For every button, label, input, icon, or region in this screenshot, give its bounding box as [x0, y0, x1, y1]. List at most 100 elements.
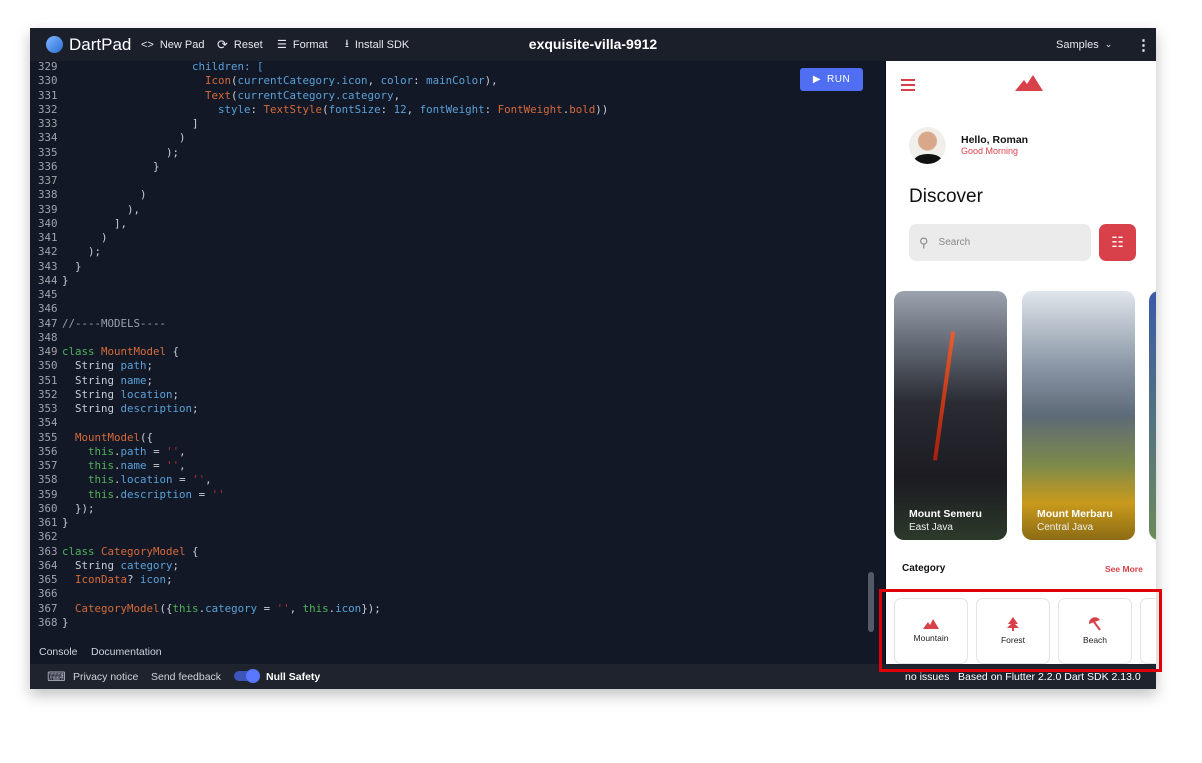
mount-location: Central Java [1037, 522, 1094, 533]
install-sdk-button[interactable]: ⭳ Install SDK [345, 28, 409, 61]
code-token: , [393, 88, 401, 102]
code-token: '' [166, 444, 180, 458]
line-number: 344 [38, 273, 58, 287]
code-token: : [250, 102, 264, 116]
code-token: '' [192, 473, 206, 487]
mount-name: Mount Merbaru [1037, 508, 1113, 520]
line-number: 332 [38, 102, 58, 116]
filter-button[interactable]: ☷ [1099, 224, 1136, 261]
play-icon: ▶ [812, 74, 822, 85]
code-token: { [185, 544, 199, 558]
code-token: this [88, 444, 115, 458]
new-pad-button[interactable]: <> New Pad [141, 28, 205, 61]
code-token: TextStyle [263, 102, 323, 116]
code-line: 358 this.location = '', [30, 473, 212, 487]
tab-documentation[interactable]: Documentation [91, 646, 162, 658]
line-number: 366 [38, 587, 58, 601]
mount-card[interactable] [1149, 291, 1156, 540]
line-number: 331 [38, 88, 58, 102]
code-token: , [179, 444, 186, 458]
search-placeholder: Search [938, 237, 971, 248]
search-input[interactable]: ⚲ Search [909, 224, 1091, 261]
run-button[interactable]: ▶ RUN [800, 68, 863, 91]
highlight-box [879, 589, 1162, 672]
code-token: path [120, 444, 147, 458]
code-token: path [120, 359, 147, 373]
code-token: icon [335, 601, 362, 615]
run-label: RUN [827, 74, 851, 85]
code-editor[interactable]: 329 children: [330 Icon(currentCategory.… [30, 61, 885, 640]
privacy-notice-link[interactable]: Privacy notice [73, 671, 138, 683]
code-line: 348 [30, 331, 62, 345]
code-token: , [289, 601, 303, 615]
code-line: 362 [30, 530, 62, 544]
line-number: 335 [38, 145, 58, 159]
code-line: 341 ) [30, 231, 108, 245]
top-bar: DartPad <> New Pad ⟳ Reset ☰ Format ⭳ Instal… [30, 28, 1156, 61]
editor-scrollbar[interactable] [868, 572, 874, 632]
tab-console[interactable]: Console [39, 646, 78, 658]
code-token: = [257, 601, 277, 615]
code-token: String [62, 558, 121, 572]
code-token: this [88, 473, 115, 487]
code-line: 347 //----MODELS---- [30, 317, 166, 331]
null-safety-label: Null Safety [266, 671, 321, 683]
code-token: ; [172, 558, 180, 572]
code-token: bold [569, 102, 596, 116]
download-icon: ⭳ [345, 38, 349, 50]
code-token: MountModel [75, 430, 141, 444]
line-number: 357 [38, 459, 58, 472]
format-label: Format [292, 38, 328, 51]
send-feedback-link[interactable]: Send feedback [151, 671, 221, 683]
sdk-version: Based on Flutter 2.2.0 Dart SDK 2.13.0 [958, 671, 1141, 683]
code-token: ); [62, 245, 102, 259]
code-line: 333 ] [30, 117, 199, 131]
null-safety-toggle[interactable] [234, 669, 260, 683]
line-number: 330 [38, 74, 58, 88]
more-vert-icon[interactable]: ⋮ [1136, 28, 1151, 61]
code-line: 344} [30, 274, 69, 288]
line-number: 345 [38, 288, 58, 301]
code-token: //----MODELS---- [62, 316, 167, 330]
code-line: 336 } [30, 160, 160, 174]
samples-dropdown[interactable]: Samples ⌄ [1056, 28, 1112, 61]
code-token: ) [62, 231, 108, 244]
dartpad-logo[interactable]: DartPad [46, 28, 131, 61]
code-token: ) [62, 131, 186, 145]
line-number: 341 [38, 231, 58, 244]
code-token: String [62, 402, 121, 415]
code-token: this [88, 459, 115, 472]
keyboard-icon[interactable]: ⌨ [47, 669, 66, 685]
code-token: description [120, 487, 193, 501]
code-token: ; [192, 402, 199, 415]
format-button[interactable]: ☰ Format [277, 28, 328, 61]
code-token: currentCategory.category [237, 88, 394, 102]
new-pad-label: New Pad [159, 38, 205, 51]
issues-status: no issues [905, 671, 950, 683]
format-icon: ☰ [277, 39, 287, 51]
reset-button[interactable]: ⟳ Reset [217, 28, 263, 61]
code-line: 363 class CategoryModel { [30, 545, 199, 559]
code-line: 368} [30, 616, 69, 630]
code-token: mainColor [426, 74, 485, 88]
code-line: 349 class MountModel { [30, 345, 179, 359]
code-token: Text [205, 88, 232, 102]
code-token: { [166, 345, 180, 358]
line-number: 367 [38, 601, 58, 615]
see-more-link[interactable]: See More [1105, 564, 1143, 574]
code-line: 359 this.description = '' [30, 488, 225, 502]
avatar[interactable] [909, 127, 946, 164]
code-token: = [172, 473, 193, 487]
mount-card[interactable]: Mount Merbaru Central Java [1022, 291, 1135, 540]
menu-icon[interactable] [901, 79, 915, 91]
code-token: style [218, 102, 251, 116]
code-token: } [62, 273, 69, 287]
mount-card[interactable]: Mount Semeru East Java [894, 291, 1007, 540]
code-token: this [88, 487, 115, 501]
discover-heading: Discover [909, 186, 983, 207]
